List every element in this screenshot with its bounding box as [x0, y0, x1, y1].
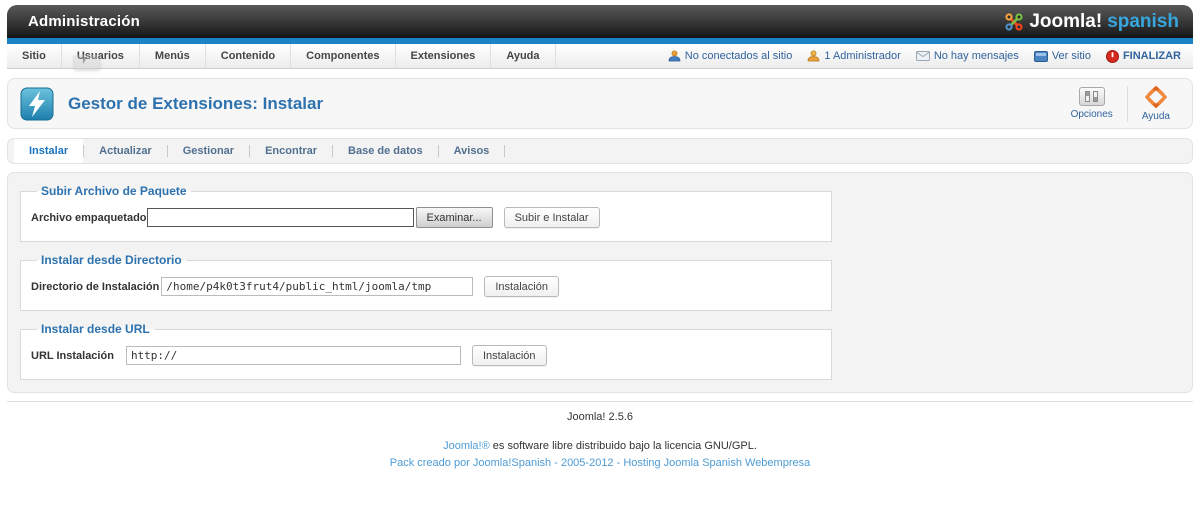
status-admins-label: 1 Administrador — [824, 50, 900, 62]
install-directory-legend: Instalar desde Directorio — [37, 253, 186, 267]
joomla-spanish-logo: Joomla! spanish — [1004, 11, 1179, 33]
tab-encontrar[interactable]: Encontrar — [250, 139, 332, 163]
upload-package-legend: Subir Archivo de Paquete — [37, 184, 191, 198]
toolbar-separator — [1127, 86, 1128, 122]
page-header-left: Gestor de Extensiones: Instalar — [20, 87, 323, 121]
tab-instalar[interactable]: Instalar — [14, 139, 83, 163]
menu-item-componentes[interactable]: Componentes — [291, 44, 395, 68]
install-directory-input[interactable] — [161, 277, 473, 296]
install-directory-section: Instalar desde Directorio Directorio de … — [20, 253, 832, 311]
menu-item-sitio[interactable]: Sitio — [7, 44, 62, 68]
url-install-button[interactable]: Instalación — [472, 345, 547, 366]
status-visitors-label: No conectados al sitio — [685, 50, 793, 62]
install-url-legend: Instalar desde URL — [37, 322, 154, 336]
toolbar: Opciones Ayuda — [1059, 82, 1182, 126]
user-icon — [807, 50, 820, 62]
install-url-input[interactable] — [126, 346, 461, 365]
tab-actualizar[interactable]: Actualizar — [84, 139, 167, 163]
install-url-label: URL Instalación — [31, 350, 114, 362]
install-url-section: Instalar desde URL URL Instalación Insta… — [20, 322, 832, 380]
admin-menubar: Sitio Usuarios Menús Contenido Component… — [7, 44, 1193, 69]
help-button[interactable]: Ayuda — [1130, 82, 1182, 126]
status-admins: 1 Administrador — [807, 50, 900, 62]
cursor-artifact — [73, 55, 99, 69]
admin-page: Administración Joomla! spanish Sitio Usu… — [7, 5, 1193, 469]
view-site-link[interactable]: Ver sitio — [1034, 50, 1091, 62]
footer: Joomla! 2.5.6 Joomla!® es software libre… — [7, 401, 1193, 469]
power-icon — [1106, 50, 1119, 63]
menu-item-menus[interactable]: Menús — [140, 44, 206, 68]
install-directory-label: Directorio de Instalación — [31, 281, 159, 293]
tab-avisos[interactable]: Avisos — [439, 139, 505, 163]
top-header: Administración Joomla! spanish — [7, 5, 1193, 38]
upload-install-button[interactable]: Subir e Instalar — [504, 207, 600, 228]
brand-spanish: spanish — [1107, 11, 1179, 33]
status-messages-label: No hay mensajes — [934, 50, 1019, 62]
user-icon — [668, 50, 681, 62]
options-icon — [1079, 87, 1105, 106]
license-line: Joomla!® es software libre distribuido b… — [7, 440, 1193, 452]
directory-install-button[interactable]: Instalación — [484, 276, 559, 297]
tab-strip: Instalar Actualizar Gestionar Encontrar … — [7, 138, 1193, 164]
help-label: Ayuda — [1142, 111, 1170, 122]
license-text: es software libre distribuido bajo la li… — [490, 440, 757, 452]
view-site-label: Ver sitio — [1052, 50, 1091, 62]
package-file-input[interactable] — [147, 208, 414, 227]
logout-button[interactable]: FINALIZAR — [1106, 50, 1181, 63]
page-title: Gestor de Extensiones: Instalar — [68, 94, 323, 114]
tab-separator — [504, 145, 505, 157]
credits-line[interactable]: Pack creado por Joomla!Spanish - 2005-20… — [7, 457, 1193, 469]
brand-joomla: Joomla! — [1029, 11, 1102, 33]
monitor-icon — [1034, 51, 1048, 62]
logout-label: FINALIZAR — [1123, 50, 1181, 62]
options-button[interactable]: Opciones — [1059, 82, 1125, 126]
menu-item-ayuda[interactable]: Ayuda — [491, 44, 555, 68]
mail-icon — [916, 51, 930, 61]
package-file-label: Archivo empaquetado — [31, 212, 147, 224]
joomla-version: Joomla! 2.5.6 — [7, 411, 1193, 423]
upload-package-section: Subir Archivo de Paquete Archivo empaque… — [20, 184, 832, 242]
menu-item-contenido[interactable]: Contenido — [206, 44, 291, 68]
options-label: Opciones — [1071, 109, 1113, 120]
install-panel: Subir Archivo de Paquete Archivo empaque… — [7, 172, 1193, 393]
status-visitors: No conectados al sitio — [668, 50, 793, 62]
joomla-logo-icon — [1004, 12, 1024, 32]
tab-gestionar[interactable]: Gestionar — [168, 139, 249, 163]
page-header: Gestor de Extensiones: Instalar Opciones… — [7, 78, 1193, 129]
status-messages[interactable]: No hay mensajes — [916, 50, 1019, 62]
help-icon — [1145, 86, 1167, 108]
browse-button[interactable]: Examinar... — [416, 207, 493, 228]
admin-title: Administración — [28, 13, 140, 30]
joomla-link[interactable]: Joomla!® — [443, 440, 490, 452]
extension-manager-icon — [20, 87, 54, 121]
tab-base-de-datos[interactable]: Base de datos — [333, 139, 438, 163]
status-bar: No conectados al sitio 1 Administrador N… — [668, 44, 1193, 68]
menu-item-extensiones[interactable]: Extensiones — [396, 44, 492, 68]
